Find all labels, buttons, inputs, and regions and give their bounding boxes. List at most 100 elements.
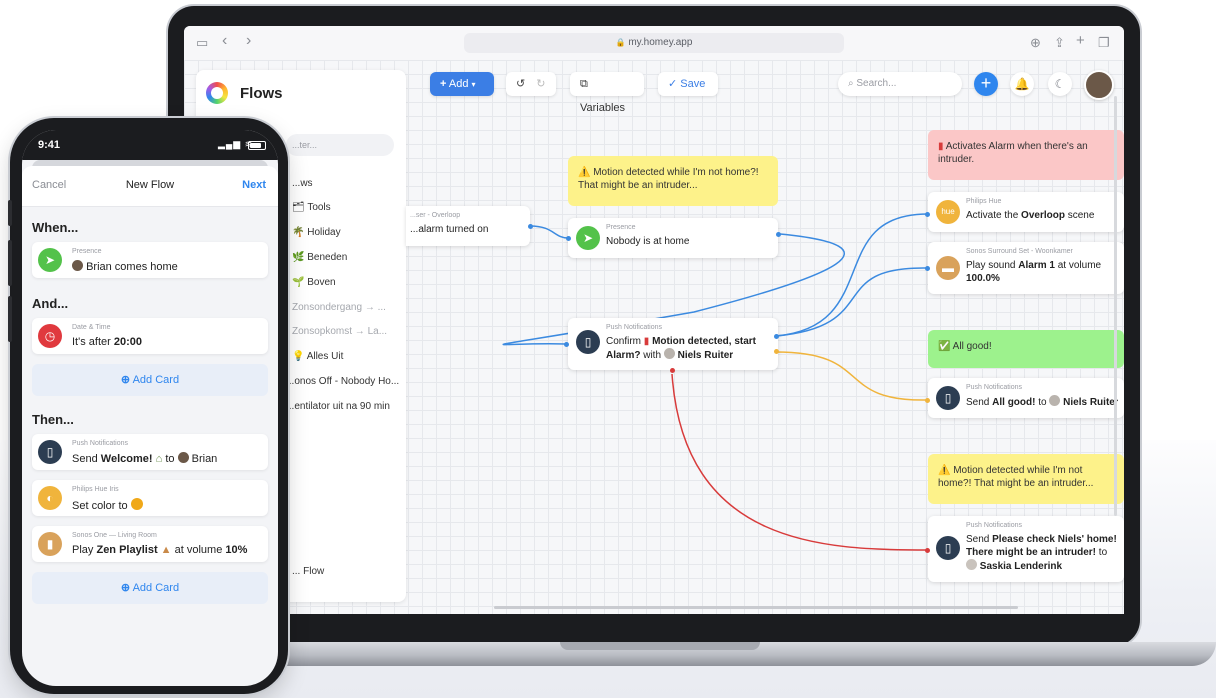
card-text: Play sound Alarm 1 at volume 100.0%: [966, 259, 1118, 285]
cancel-button[interactable]: Cancel: [32, 179, 66, 191]
person-avatar-icon: [1049, 395, 1061, 406]
variables-icon: ⧉: [580, 78, 588, 90]
card-text-pre: Confirm: [606, 336, 642, 347]
sidebar-item-ventilator[interactable]: ...entilator uit na 90 min: [286, 401, 390, 412]
card-push-confirm[interactable]: ▯ Push Notifications Confirm ▮ Motion de…: [568, 318, 778, 370]
and-card-time[interactable]: ◷ Date & Time It's after 20:00: [32, 318, 268, 354]
connector-dot[interactable]: [925, 398, 930, 403]
sidebar-item-label: Holiday: [307, 227, 341, 238]
card-push-all-good[interactable]: ▯ Push Notifications Send All good! to N…: [928, 378, 1124, 418]
person-avatar-icon: [663, 348, 675, 359]
sidebar-item-label: Zonsopkomst → La...: [292, 326, 388, 337]
create-button[interactable]: +: [974, 72, 998, 96]
palm-icon: 🌴: [292, 227, 305, 238]
card-text-person: Brian: [191, 453, 218, 465]
sidebar-section-label: ...ws: [292, 178, 313, 189]
notifications-button[interactable]: 🔔: [1010, 72, 1034, 96]
connector-dot[interactable]: [670, 368, 675, 373]
horizontal-scrollbar[interactable]: [494, 606, 1018, 609]
variables-label: Variables: [580, 102, 626, 114]
sidebar-filter-input[interactable]: ...ter...: [286, 134, 394, 156]
connector-dot[interactable]: [528, 224, 533, 229]
hue-icon: hue: [936, 200, 960, 224]
phone-icon: ▯: [936, 536, 960, 560]
then-card-hue[interactable]: ◐ Philips Hue Iris Set color to: [32, 480, 268, 516]
card-text-to: to: [1098, 547, 1108, 558]
card-text-person: Saskia Lenderink: [979, 561, 1063, 572]
note-activates-alarm[interactable]: ▮ Activates Alarm when there's an intrud…: [928, 130, 1124, 180]
card-text-bold: Alarm 1: [1018, 260, 1055, 271]
user-avatar[interactable]: [1084, 70, 1114, 100]
redo-icon[interactable]: ↻: [536, 78, 545, 90]
status-time: 9:41: [38, 139, 61, 151]
add-card-button-then[interactable]: ⊕ Add Card: [32, 572, 268, 604]
sidebar-item-sonos-off[interactable]: ...onos Off - Nobody Ho...: [286, 376, 399, 387]
note-motion-bottom[interactable]: ⚠️ Motion detected while I'm not home?! …: [928, 454, 1124, 504]
note-all-good[interactable]: ✅ All good!: [928, 330, 1124, 368]
sidebar-item-boven[interactable]: 🌱 Boven: [292, 277, 336, 288]
connector-dot[interactable]: [774, 334, 779, 339]
battery-icon: [248, 141, 266, 150]
sidebar-title: Flows: [240, 85, 283, 102]
note-text: Activates Alarm when there's an intruder…: [938, 141, 1088, 165]
section-then: Then...: [32, 412, 74, 427]
undo-redo-group: ↺ ↻: [506, 72, 556, 96]
card-source: Presence: [606, 224, 636, 231]
sidebar-item-label: Tools: [307, 202, 331, 213]
sidebar-item-beneden[interactable]: 🌿 Beneden: [292, 252, 347, 263]
sidebar-item-tools[interactable]: 🗂 Tools: [292, 202, 331, 213]
check-icon: ✓: [668, 78, 678, 90]
undo-icon[interactable]: ↺: [516, 78, 525, 90]
dark-mode-button[interactable]: ☾: [1048, 72, 1072, 96]
sidebar-item-zonsopkomst[interactable]: Zonsopkomst → La...: [292, 326, 387, 337]
add-card-label: Add Card: [132, 374, 180, 386]
homey-logo-icon: [206, 82, 228, 104]
add-button[interactable]: + Add ▾: [430, 72, 494, 96]
save-button[interactable]: ✓ Save: [658, 72, 718, 96]
section-when: When...: [32, 220, 79, 235]
connector-dot[interactable]: [925, 548, 930, 553]
card-text-bold: Please check Niels' home! There might be…: [966, 534, 1117, 558]
card-text-value: Brian comes home: [86, 261, 178, 273]
card-source: Philips Hue Iris: [72, 486, 119, 493]
next-button[interactable]: Next: [242, 179, 266, 191]
then-card-sonos[interactable]: ▮ Sonos One — Living Room Play Zen Playl…: [32, 526, 268, 562]
card-text-pre: Activate the: [966, 210, 1019, 221]
sidebar-new-flow[interactable]: ... Flow: [292, 566, 324, 577]
add-button-label: Add: [448, 78, 469, 90]
phone-screen: 9:41 ▂▄▆ ≋ New Flow Cancel Next When... …: [22, 130, 278, 686]
add-card-button-and[interactable]: ⊕ Add Card: [32, 364, 268, 396]
card-sonos-alarm[interactable]: ▬ Sonos Surround Set - Woonkamer Play so…: [928, 242, 1124, 294]
card-overloop-alarm[interactable]: ...ser - Overloop ...alarm turned on: [406, 206, 530, 246]
when-card-presence[interactable]: ➤ Presence Brian comes home: [32, 242, 268, 278]
connector-dot[interactable]: [774, 349, 779, 354]
card-hue-overloop[interactable]: hue Philips Hue Activate the Overloop sc…: [928, 192, 1124, 232]
add-card-label: Add Card: [132, 582, 180, 594]
card-push-check-home[interactable]: ▯ Push Notifications Send Please check N…: [928, 516, 1124, 582]
wire-push-hue: [775, 213, 929, 337]
note-motion-top[interactable]: ⚠️ Motion detected while I'm not home?! …: [568, 156, 778, 206]
sidebar-item-zonsondergang[interactable]: Zonsondergang → ...: [292, 302, 386, 313]
connector-dot[interactable]: [776, 232, 781, 237]
connector-dot[interactable]: [925, 266, 930, 271]
then-card-push[interactable]: ▯ Push Notifications Send Welcome! ⌂ to …: [32, 434, 268, 470]
card-text: Send All good! to Niels Ruiter: [966, 395, 1118, 409]
bell-icon: 🔔: [1014, 77, 1030, 91]
card-presence[interactable]: ➤ Presence Nobody is at home: [568, 218, 778, 258]
sidebar-item-holiday[interactable]: 🌴 Holiday: [292, 227, 341, 238]
connector-dot[interactable]: [925, 212, 930, 217]
card-text: Send Welcome! ⌂ to Brian: [72, 452, 217, 465]
bulb-icon: 💡: [292, 351, 305, 362]
card-text: Confirm ▮ Motion detected, start Alarm? …: [606, 335, 772, 362]
plus-circle-icon: ⊕: [120, 374, 131, 386]
vertical-scrollbar[interactable]: [1114, 96, 1117, 516]
connector-dot[interactable]: [566, 236, 571, 241]
sidebar-item-alles-uit[interactable]: 💡 Alles Uit: [292, 351, 343, 362]
card-text-bold: All good!: [992, 397, 1036, 408]
search-icon: ⌕: [848, 78, 854, 89]
connector-dot[interactable]: [564, 342, 569, 347]
variables-button[interactable]: ⧉ Variables: [570, 72, 644, 114]
card-source: Philips Hue: [966, 198, 1002, 205]
search-input[interactable]: ⌕ Search...: [838, 72, 962, 96]
phone-icon: ▯: [936, 386, 960, 410]
